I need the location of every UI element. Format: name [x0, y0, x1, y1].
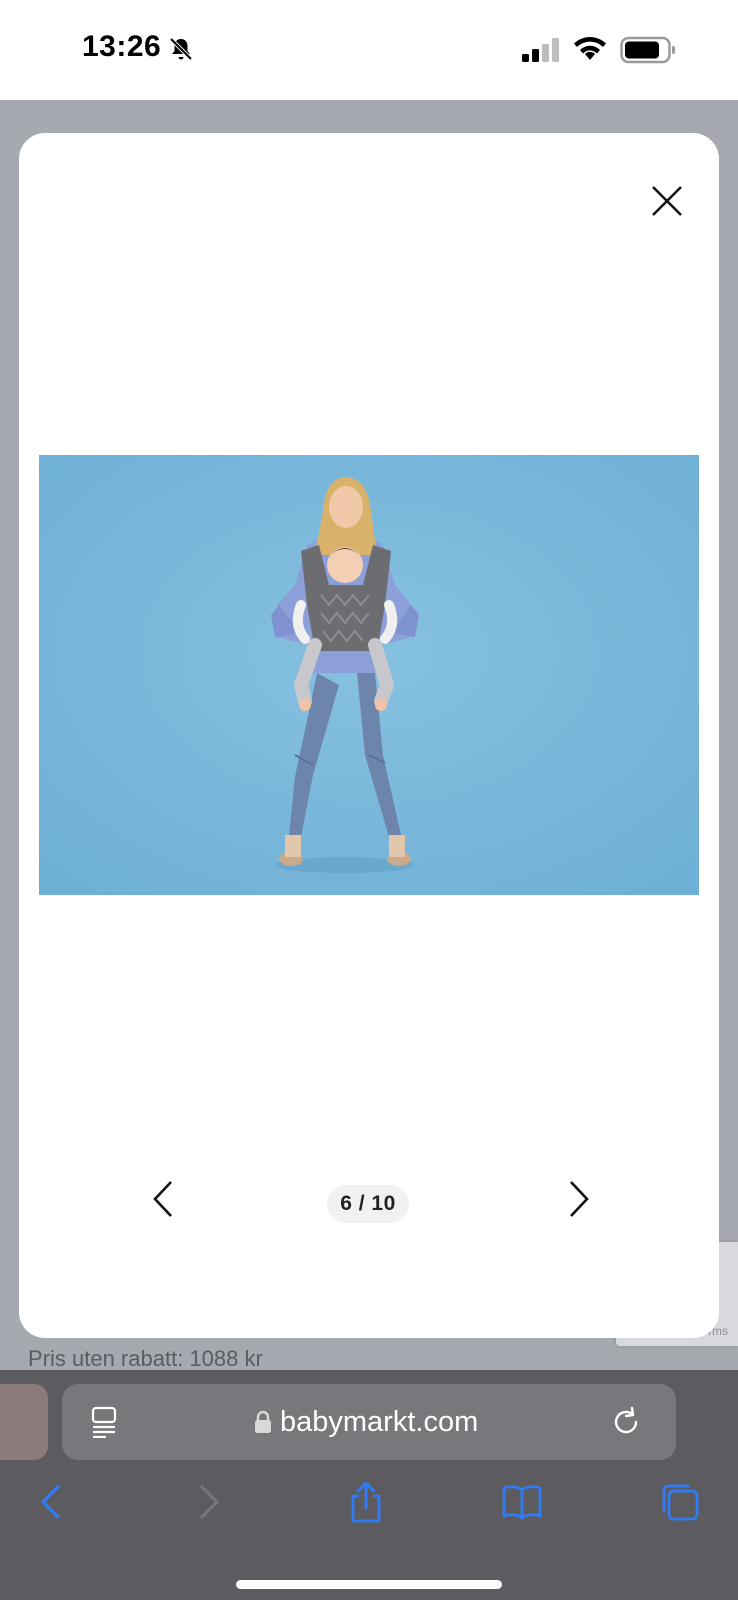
forward-button[interactable] [186, 1478, 234, 1526]
chevron-right-icon [570, 1181, 589, 1217]
wifi-icon [574, 37, 606, 60]
product-photo[interactable] [39, 455, 699, 895]
battery-icon [620, 36, 675, 64]
tabs-button[interactable] [656, 1478, 704, 1526]
address-bar[interactable]: babymarkt.com [62, 1384, 676, 1460]
lock-icon [255, 1410, 271, 1433]
bookmarks-button[interactable] [498, 1478, 546, 1526]
share-icon [351, 1481, 381, 1523]
previous-tab-peek[interactable] [0, 1384, 48, 1460]
product-photo-illustration [39, 455, 699, 895]
forward-icon [200, 1485, 219, 1519]
image-gallery-modal: 6 / 10 [19, 133, 719, 1338]
close-icon [652, 186, 682, 216]
bookmarks-icon [502, 1485, 542, 1520]
browser-toolbar [0, 1478, 738, 1534]
next-image-button[interactable] [555, 1173, 603, 1225]
page-menu-icon[interactable] [90, 1406, 118, 1438]
chevron-left-icon [153, 1181, 172, 1217]
reload-icon[interactable] [610, 1406, 642, 1438]
url-text: babymarkt.com [280, 1406, 479, 1438]
image-counter: 6 / 10 [327, 1185, 409, 1223]
bell-slash-icon [169, 37, 193, 61]
screen: 13:26 rms Pris uten rabatt: 1088 kr 6 / … [0, 0, 738, 1600]
status-bar: 13:26 [0, 0, 738, 100]
home-indicator[interactable] [236, 1580, 502, 1589]
share-button[interactable] [342, 1478, 390, 1526]
back-icon [41, 1485, 60, 1519]
browser-bottom-bar: babymarkt.com [0, 1370, 738, 1600]
cellular-signal-icon [522, 38, 559, 62]
status-time: 13:26 [82, 30, 162, 63]
back-button[interactable] [26, 1478, 74, 1526]
tabs-icon [662, 1484, 699, 1521]
previous-image-button[interactable] [139, 1173, 187, 1225]
close-button[interactable] [639, 173, 695, 229]
price-without-discount: Pris uten rabatt: 1088 kr [28, 1346, 263, 1371]
